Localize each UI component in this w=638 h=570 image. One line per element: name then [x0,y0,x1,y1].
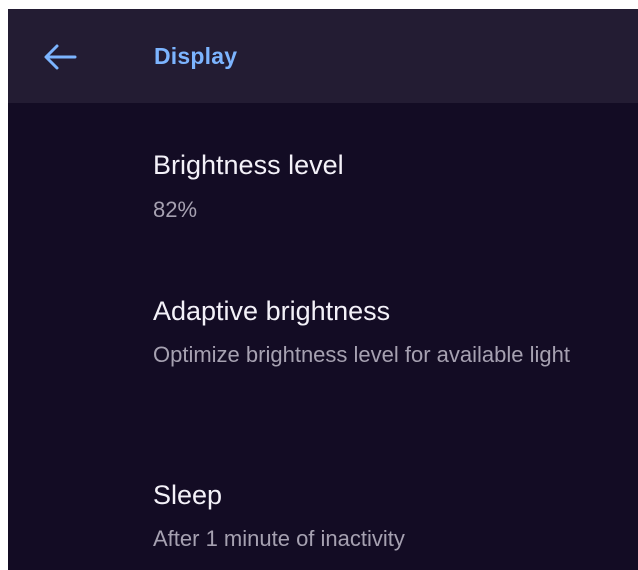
brightness-level-setting[interactable]: Brightness level 82% [8,103,638,227]
back-button[interactable] [38,37,82,77]
arrow-left-icon [44,44,77,70]
settings-list: Brightness level 82% Adaptive brightness… [8,103,638,570]
page-title: Display [154,43,238,69]
settings-screen: Display Brightness level 82% Adaptive br… [8,9,638,570]
brightness-level-title: Brightness level [153,150,344,180]
adaptive-brightness-setting[interactable]: Adaptive brightness Optimize brightness … [8,259,638,405]
sleep-summary: After 1 minute of inactivity [153,526,405,551]
adaptive-brightness-title: Adaptive brightness [153,296,391,326]
app-bar: Display [8,9,638,103]
adaptive-brightness-summary: Optimize brightness level for available … [153,342,570,367]
brightness-level-value: 82% [153,197,198,222]
sleep-title: Sleep [153,480,223,510]
sleep-setting[interactable]: Sleep After 1 minute of inactivity [8,443,638,563]
